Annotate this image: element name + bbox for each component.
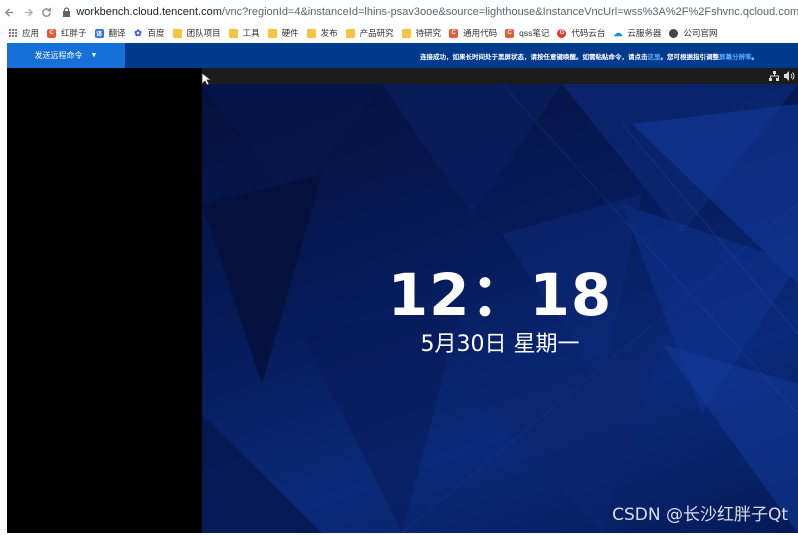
bookmark-hongpangzi[interactable]: C 红胖子 xyxy=(47,27,87,39)
bookmark-label: 百度 xyxy=(147,28,165,38)
resolution-link[interactable]: 屏幕分辨率 xyxy=(719,51,752,61)
back-icon[interactable] xyxy=(0,1,19,23)
bookmark-apps[interactable]: 应用 xyxy=(9,27,39,39)
cloud-icon: ☁ xyxy=(613,27,623,38)
globe-icon xyxy=(669,28,679,38)
bookmark-label: 硬件 xyxy=(281,28,299,38)
bookmark-label: 公司官网 xyxy=(683,28,718,38)
notice-text: 。您可根据指引调整 xyxy=(660,52,720,61)
connection-notice: 连接成功，如果长时间处于黑屏状态，请按任意键唤醒。如需粘贴命令，请点击 这里 。您可… xyxy=(420,43,758,68)
bookmark-folder-todo[interactable]: 待研究 xyxy=(401,27,442,39)
bookmark-cloud-server[interactable]: ☁ 云服务器 xyxy=(613,27,661,39)
url-host: workbench.cloud.tencent.com xyxy=(76,6,222,18)
bookmark-company-site[interactable]: 公司官网 xyxy=(669,27,717,39)
folder-icon xyxy=(228,28,238,38)
bookmark-folder-team[interactable]: 团队项目 xyxy=(172,27,221,39)
bookmark-label: 工具 xyxy=(242,28,260,38)
notice-text: 。 xyxy=(751,52,759,61)
bookmark-common-code[interactable]: C 通用代码 xyxy=(449,27,497,39)
bookmark-label: 通用代码 xyxy=(463,28,498,38)
reload-icon[interactable] xyxy=(38,1,57,23)
chevron-down-icon: ▼ xyxy=(90,52,98,59)
bookmark-label: 发布 xyxy=(320,28,338,38)
vnc-header: 发送远程命令 ▼ 连接成功，如果长时间处于黑屏状态，请按任意键唤醒。如需粘贴命令… xyxy=(7,43,798,68)
bookmark-label: 云服务器 xyxy=(627,28,662,38)
bookmark-label: 待研究 xyxy=(415,28,442,38)
translate-icon: 译 xyxy=(94,28,104,38)
csdn-watermark: CSDN @长沙红胖子Qt xyxy=(612,505,788,525)
browser-address-bar: workbench.cloud.tencent.com/vnc?regionId… xyxy=(0,0,798,24)
network-icon[interactable] xyxy=(768,70,780,82)
bookmark-label: 红胖子 xyxy=(61,28,87,38)
bookmark-label: 翻译 xyxy=(108,28,126,38)
apps-grid-icon xyxy=(9,29,17,37)
vnc-viewport[interactable]: 12：18 5月30日 星期一 xyxy=(7,68,798,533)
mouse-cursor-icon xyxy=(201,72,211,86)
bookmark-folder-tools[interactable]: 工具 xyxy=(228,27,260,39)
folder-icon xyxy=(401,28,411,38)
remote-lock-screen[interactable]: 12：18 5月30日 星期一 xyxy=(202,68,798,533)
csdn-icon: C xyxy=(449,28,459,38)
forward-icon[interactable] xyxy=(19,1,38,23)
remote-top-panel xyxy=(202,68,798,84)
csdn-icon: C xyxy=(505,28,515,38)
bookmark-folder-hardware[interactable]: 硬件 xyxy=(267,27,299,39)
folder-icon xyxy=(172,28,182,38)
notice-text: 连接成功，如果长时间处于黑屏状态，请按任意键唤醒。如需粘贴命令，请点击 xyxy=(420,52,648,61)
bookmark-label: 团队项目 xyxy=(186,28,221,38)
bookmark-label: qss笔记 xyxy=(519,28,550,38)
send-remote-command-button[interactable]: 发送远程命令 ▼ xyxy=(7,43,125,68)
send-remote-command-label: 发送远程命令 xyxy=(34,51,83,60)
baidu-icon: ✿ xyxy=(134,27,142,38)
bookmark-label: 应用 xyxy=(22,28,40,38)
gitee-icon: G xyxy=(557,28,567,38)
csdn-icon: C xyxy=(47,28,57,38)
bookmark-label: 代码云台 xyxy=(571,28,606,38)
folder-icon xyxy=(306,28,316,38)
bookmark-folder-release[interactable]: 发布 xyxy=(306,27,338,39)
bookmark-baidu[interactable]: ✿ 百度 xyxy=(134,27,165,39)
bookmark-fanyi[interactable]: 译 翻译 xyxy=(94,27,126,39)
lock-icon[interactable] xyxy=(60,5,72,19)
lock-screen-time: 12：18 xyxy=(387,261,613,329)
paste-here-link[interactable]: 这里 xyxy=(648,51,661,61)
bookmark-gitee[interactable]: G 代码云台 xyxy=(557,27,605,39)
bookmark-qss[interactable]: C qss笔记 xyxy=(505,27,549,39)
folder-icon xyxy=(345,28,355,38)
bookmark-label: 产品研究 xyxy=(359,28,394,38)
bookmark-folder-product[interactable]: 产品研究 xyxy=(345,27,394,39)
url-field[interactable]: workbench.cloud.tencent.com/vnc?regionId… xyxy=(76,6,798,18)
volume-icon[interactable] xyxy=(783,70,795,82)
url-path: /vnc?regionId=4&instanceId=lhins-psav3oo… xyxy=(221,6,798,18)
folder-icon xyxy=(267,28,277,38)
lock-screen-date: 5月30日 星期一 xyxy=(420,332,580,357)
bookmarks-bar: 应用 C 红胖子 译 翻译 ✿ 百度 团队项目 工具 硬件 发布 产品研究 待研… xyxy=(0,24,798,42)
